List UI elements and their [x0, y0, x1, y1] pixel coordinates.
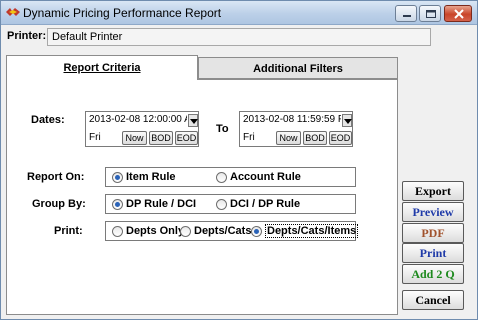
to-now-button[interactable]: Now: [276, 131, 301, 145]
export-button[interactable]: Export: [402, 181, 464, 201]
from-eod-button[interactable]: EOD: [175, 131, 198, 145]
radio-label: Depts/Cats: [194, 225, 252, 237]
chevron-down-icon: [344, 119, 352, 124]
printer-label: Printer:: [7, 30, 47, 42]
dates-label: Dates:: [31, 114, 65, 126]
radio-label: Depts/Cats/Items: [265, 224, 359, 238]
to-label: To: [216, 123, 229, 135]
report-on-label: Report On:: [27, 171, 85, 183]
print-group: Depts Only Depts/Cats Depts/Cats/Items: [105, 221, 359, 241]
radio-label: DCI / DP Rule: [230, 198, 301, 210]
close-icon: [454, 9, 464, 19]
to-date-dropdown[interactable]: [342, 114, 352, 127]
from-date-day: Fri: [89, 132, 101, 143]
radio-selected-indicator: [251, 226, 262, 237]
maximize-icon: [426, 10, 436, 18]
to-date-day: Fri: [243, 132, 255, 143]
to-date-input[interactable]: 2013-02-08 11:59:59 PM: [241, 113, 341, 129]
from-date-dropdown[interactable]: [188, 114, 198, 127]
close-button[interactable]: [444, 5, 472, 22]
radio-label: Account Rule: [230, 171, 301, 183]
report-window: Dynamic Pricing Performance Report Print…: [0, 0, 478, 320]
print-button[interactable]: Print: [402, 243, 464, 263]
radio-indicator: [180, 226, 191, 237]
tab-report-criteria[interactable]: Report Criteria: [6, 55, 198, 80]
to-eod-button[interactable]: EOD: [329, 131, 352, 145]
add-to-queue-button[interactable]: Add 2 Q: [402, 264, 464, 284]
group-by-group: DP Rule / DCI DCI / DP Rule: [105, 194, 356, 214]
tab-strip: Report Criteria Additional Filters: [6, 55, 398, 80]
from-date-group: 2013-02-08 12:00:00 AM Fri Now BOD EOD: [85, 111, 199, 147]
window-title: Dynamic Pricing Performance Report: [23, 6, 222, 20]
from-date-input[interactable]: 2013-02-08 12:00:00 AM: [87, 113, 187, 129]
report-on-group: Item Rule Account Rule: [105, 167, 356, 187]
radio-selected-indicator: [112, 199, 123, 210]
maximize-button[interactable]: [419, 5, 441, 22]
from-now-button[interactable]: Now: [122, 131, 147, 145]
radio-indicator: [216, 172, 227, 183]
print-label: Print:: [54, 225, 83, 237]
printer-field[interactable]: Default Printer: [47, 28, 431, 46]
cancel-button[interactable]: Cancel: [402, 290, 464, 310]
radio-indicator: [216, 199, 227, 210]
radio-label: Item Rule: [126, 171, 176, 183]
radio-indicator: [112, 226, 123, 237]
radio-label: Depts Only: [126, 225, 185, 237]
minimize-button[interactable]: [395, 5, 417, 22]
preview-button[interactable]: Preview: [402, 202, 464, 222]
title-bar[interactable]: Dynamic Pricing Performance Report: [1, 1, 477, 25]
radio-selected-indicator: [112, 172, 123, 183]
chevron-down-icon: [190, 119, 198, 124]
to-bod-button[interactable]: BOD: [303, 131, 327, 145]
minimize-icon: [403, 15, 411, 17]
group-by-label: Group By:: [32, 198, 86, 210]
pdf-button[interactable]: PDF: [402, 223, 464, 243]
tab-additional-filters[interactable]: Additional Filters: [198, 57, 398, 79]
report-criteria-panel: Dates: 2013-02-08 12:00:00 AM Fri Now BO…: [6, 79, 398, 315]
to-date-group: 2013-02-08 11:59:59 PM Fri Now BOD EOD: [239, 111, 353, 147]
from-bod-button[interactable]: BOD: [149, 131, 173, 145]
app-logo-icon: [6, 8, 20, 17]
radio-label: DP Rule / DCI: [126, 198, 197, 210]
